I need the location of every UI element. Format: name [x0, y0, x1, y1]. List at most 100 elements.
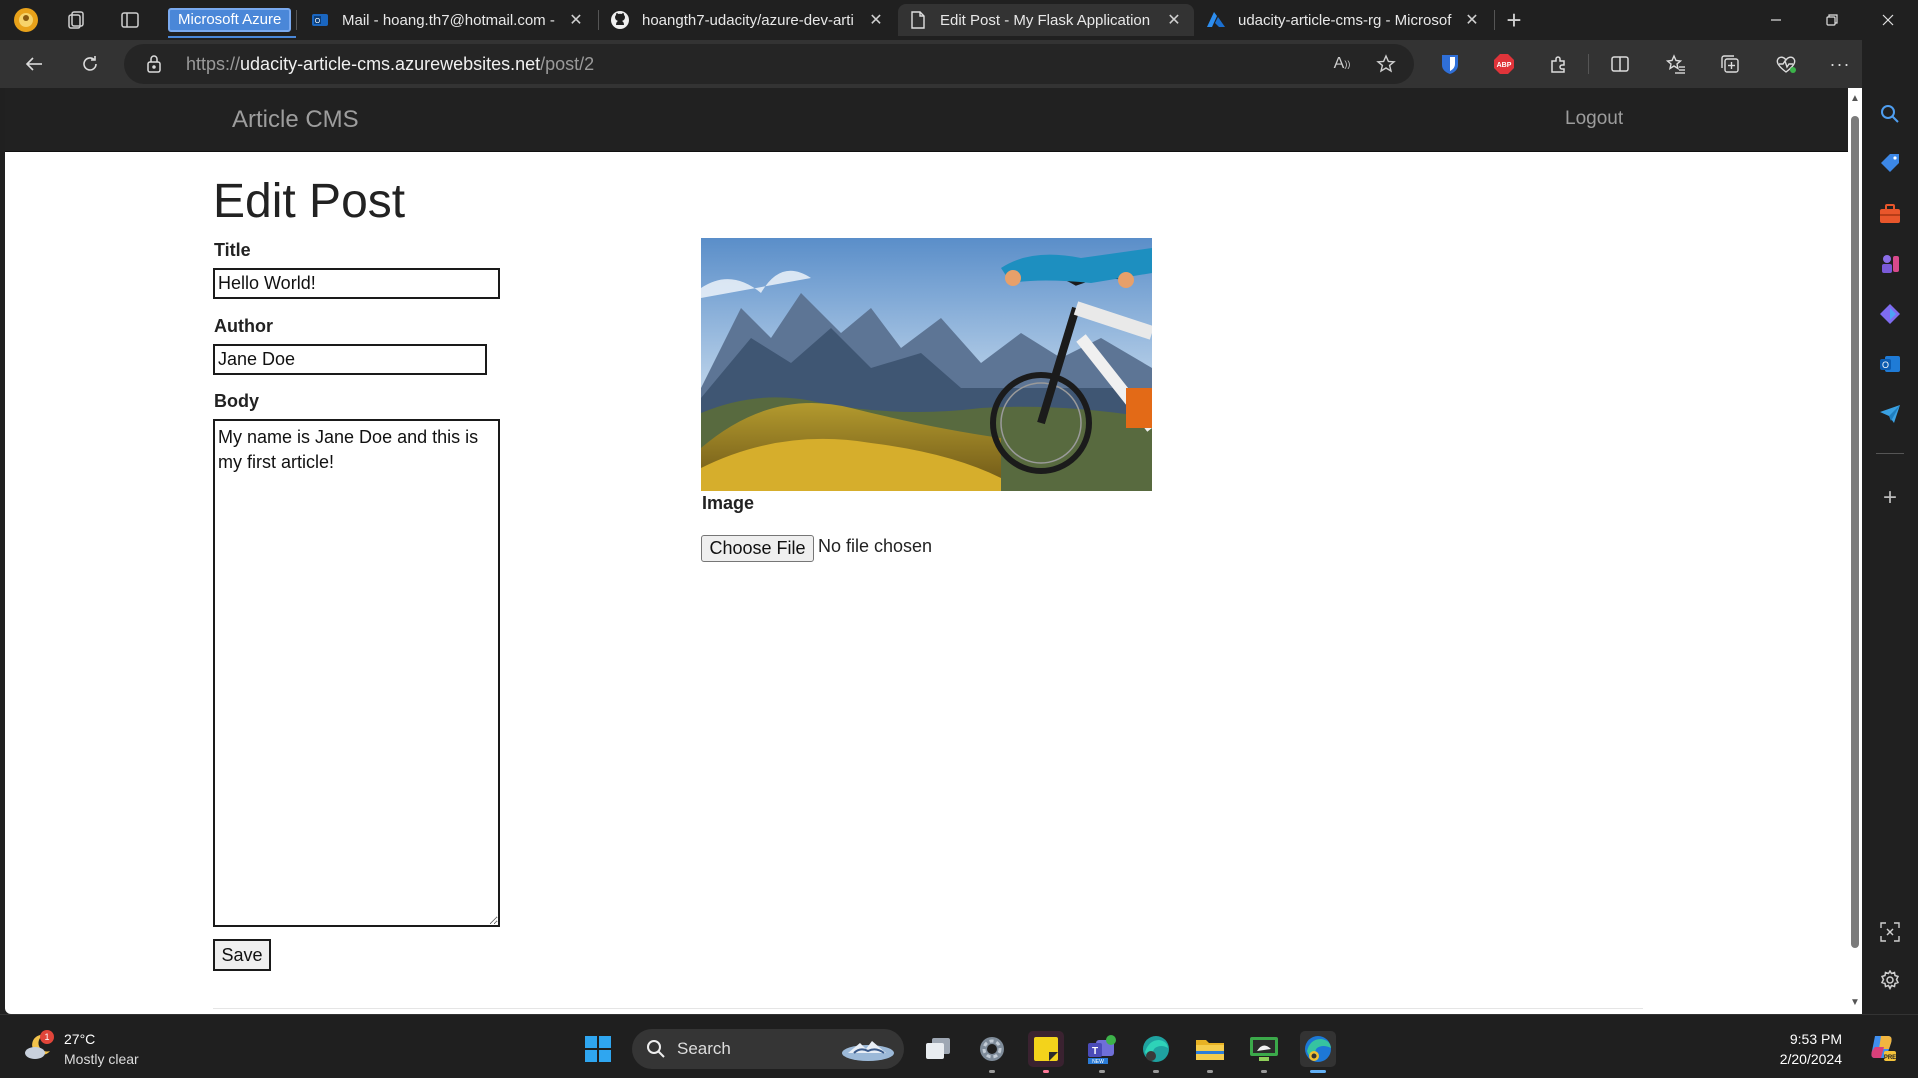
add-sidebar-app-icon[interactable]: + — [1876, 484, 1904, 512]
tab-github[interactable]: hoangth7-udacity/azure-dev-arti ✕ — [600, 4, 896, 36]
tab-azure-portal[interactable]: udacity-article-cms-rg - Microsof ✕ — [1196, 4, 1492, 36]
copilot-taskbar-icon[interactable]: PRE — [1866, 1031, 1898, 1068]
profile-avatar[interactable] — [12, 6, 40, 34]
running-indicator — [1043, 1070, 1049, 1073]
screenshot-icon[interactable] — [1876, 918, 1904, 946]
back-icon[interactable] — [18, 48, 50, 80]
svg-text:PRE: PRE — [1884, 1055, 1896, 1061]
restore-icon[interactable] — [1804, 0, 1860, 40]
minimize-icon[interactable] — [1748, 0, 1804, 40]
tab-title: hoangth7-udacity/azure-dev-arti — [642, 11, 854, 29]
lock-icon[interactable] — [146, 54, 162, 79]
running-indicator — [989, 1070, 995, 1073]
games-icon[interactable] — [1876, 250, 1904, 278]
logout-link[interactable]: Logout — [1565, 108, 1623, 130]
svg-text:T: T — [1092, 1046, 1098, 1057]
search-icon — [647, 1040, 665, 1058]
toolbar-divider — [1588, 54, 1589, 74]
close-tab-icon[interactable]: ✕ — [1462, 10, 1482, 30]
page-scrollbar[interactable]: ▲ ▼ — [1848, 88, 1862, 1014]
running-indicator — [1261, 1070, 1267, 1073]
tab-edit-post[interactable]: Edit Post - My Flask Application ✕ — [898, 4, 1194, 36]
close-tab-icon[interactable]: ✕ — [566, 10, 586, 30]
bitwarden-extension-icon[interactable] — [1434, 48, 1466, 80]
settings-app-icon[interactable] — [974, 1031, 1010, 1073]
browser-essentials-icon[interactable] — [1770, 48, 1802, 80]
teams-icon[interactable]: T NEW — [1084, 1031, 1120, 1073]
author-input[interactable] — [213, 344, 487, 375]
edge-browser-icon[interactable] — [1300, 1031, 1336, 1073]
tools-briefcase-icon[interactable] — [1876, 200, 1904, 228]
address-bar[interactable]: https://udacity-article-cms.azurewebsite… — [124, 44, 1414, 84]
read-aloud-icon[interactable]: A)) — [1330, 52, 1354, 76]
taskbar-search-box[interactable]: Search — [632, 1029, 904, 1069]
refresh-icon[interactable] — [74, 48, 106, 80]
weather-icon[interactable]: 1 — [22, 1029, 56, 1068]
scrollbar-thumb[interactable] — [1851, 116, 1859, 948]
clock-time[interactable]: 9:53 PM — [1760, 1031, 1842, 1047]
close-tab-icon[interactable]: ✕ — [866, 10, 886, 30]
save-button[interactable]: Save — [213, 939, 271, 971]
svg-text:ABP: ABP — [1497, 62, 1512, 69]
post-image — [701, 238, 1152, 491]
taskbar-search-label: Search — [677, 1039, 731, 1058]
body-label: Body — [214, 391, 259, 411]
title-label: Title — [214, 240, 251, 260]
tab-title: Mail - hoang.th7@hotmail.com - — [342, 11, 555, 29]
file-explorer-icon[interactable] — [1192, 1031, 1228, 1073]
windows-start-icon[interactable] — [580, 1031, 616, 1067]
url-host: udacity-article-cms.azurewebsites.net — [240, 54, 541, 74]
close-tab-icon[interactable]: ✕ — [1164, 10, 1184, 30]
choose-file-button[interactable]: Choose File — [701, 535, 814, 562]
brand-link[interactable]: Article CMS — [232, 106, 359, 134]
svg-text:NEW: NEW — [1092, 1059, 1104, 1064]
tab-strip: Microsoft Azure O Mail - hoang.th7@hotma… — [0, 0, 1918, 40]
url-path: /post/2 — [540, 54, 595, 74]
weather-badge: 1 — [44, 1032, 49, 1042]
settings-more-icon[interactable]: ··· — [1824, 48, 1856, 80]
sidebar-settings-icon[interactable] — [1876, 966, 1904, 994]
weather-temperature[interactable]: 27°C — [64, 1031, 95, 1047]
sidebar-divider — [1876, 453, 1904, 454]
close-window-icon[interactable] — [1860, 0, 1916, 40]
remote-desktop-icon[interactable] — [1246, 1031, 1282, 1073]
footer-divider — [213, 1008, 1643, 1009]
extensions-icon[interactable] — [1542, 48, 1574, 80]
shopping-tag-icon[interactable] — [1876, 150, 1904, 178]
split-screen-icon[interactable] — [1604, 48, 1636, 80]
scroll-up-icon[interactable]: ▲ — [1850, 94, 1860, 104]
collections-icon[interactable] — [1714, 48, 1746, 80]
tab-group-label[interactable]: Microsoft Azure — [168, 8, 292, 32]
azure-icon — [1206, 10, 1226, 30]
svg-text:O: O — [1882, 360, 1889, 370]
task-view-icon[interactable] — [920, 1031, 956, 1067]
svg-text:O: O — [315, 18, 321, 25]
vertical-tabs-icon[interactable] — [116, 6, 144, 34]
favorite-star-icon[interactable] — [1374, 52, 1398, 76]
clock-date[interactable]: 2/20/2024 — [1760, 1051, 1842, 1067]
outlook-sidebar-icon[interactable]: O — [1876, 350, 1904, 378]
edge-dev-icon[interactable] — [1138, 1031, 1174, 1073]
scroll-down-icon[interactable]: ▼ — [1850, 998, 1860, 1008]
title-input[interactable] — [213, 268, 500, 299]
search-highlight-icon — [842, 1041, 894, 1061]
url-scheme: https:// — [186, 54, 241, 74]
favorites-icon[interactable] — [1660, 48, 1692, 80]
no-file-text: No file chosen — [818, 536, 933, 556]
running-indicator — [1153, 1070, 1159, 1073]
url-text[interactable]: https://udacity-article-cms.azurewebsite… — [186, 54, 594, 75]
sidebar-search-icon[interactable] — [1876, 100, 1904, 128]
copilot-sidebar-icon[interactable] — [1876, 300, 1904, 328]
image-label: Image — [702, 493, 755, 513]
telegram-send-icon[interactable] — [1876, 400, 1904, 428]
page-viewport: Article CMS Logout Edit Post Title Autho… — [5, 88, 1848, 1014]
author-label: Author — [214, 316, 273, 336]
adblock-plus-icon[interactable]: ABP — [1488, 48, 1520, 80]
body-textarea[interactable]: My name is Jane Doe and this is my first… — [213, 419, 500, 927]
tab-mail[interactable]: O Mail - hoang.th7@hotmail.com - ✕ — [300, 4, 596, 36]
new-tab-icon[interactable]: + — [1500, 5, 1528, 35]
workspaces-icon[interactable] — [62, 6, 90, 34]
browser-toolbar: https://udacity-article-cms.azurewebsite… — [0, 40, 1918, 88]
sticky-notes-icon[interactable] — [1028, 1031, 1064, 1073]
weather-description[interactable]: Mostly clear — [64, 1051, 139, 1067]
